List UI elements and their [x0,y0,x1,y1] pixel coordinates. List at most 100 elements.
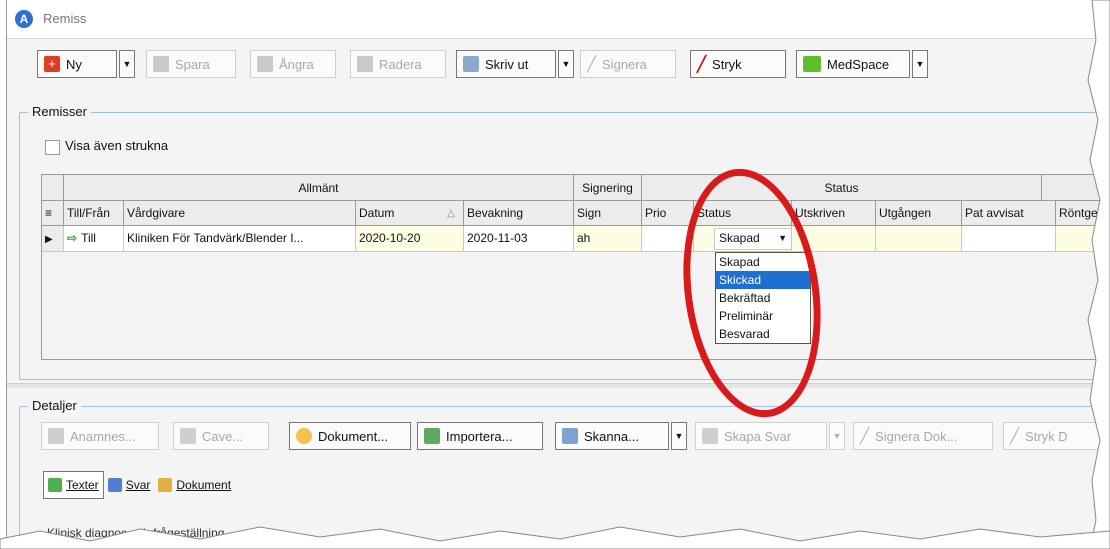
group-header-signering: Signering [574,175,642,201]
tab-texter[interactable]: Texter [43,471,104,499]
texter-icon [48,478,62,492]
print-button[interactable]: Skriv ut [456,50,556,78]
column-header-pat-avvisat[interactable]: Pat avvisat [962,201,1056,226]
save-button-label: Spara [175,56,210,72]
column-header-datum[interactable]: Datum △ [356,201,464,226]
delete-button-label: Radera [379,56,422,72]
skapa-svar-dropdown-arrow[interactable]: ▼ [829,422,845,450]
dokument-tab-icon [158,478,173,492]
tab-svar-label: Svar [125,478,151,492]
delete-button[interactable]: Radera [350,50,446,78]
medspace-button[interactable]: MedSpace [796,50,910,78]
table-row-till-fran[interactable]: ⇨ Till [64,226,124,252]
strike-pen-icon: ╱ [697,56,707,73]
status-select[interactable]: Skapad ▼ [714,228,791,250]
undo-button[interactable]: Ångra [250,50,336,78]
document-icon [296,428,312,444]
column-header-bevakning[interactable]: Bevakning [464,201,574,226]
group-header-spacer [42,175,64,201]
table-row-pat-avvisat[interactable] [962,226,1056,252]
sort-ascending-icon: △ [447,208,455,219]
group-header-status: Status [642,175,1042,201]
new-button[interactable]: + Ny [37,50,117,78]
signera-dok-button[interactable]: ╱ Signera Dok... [853,422,993,450]
group-header-allmant: Allmänt [64,175,574,201]
dokument-button[interactable]: Dokument... [289,422,411,450]
table-row-utskriven[interactable] [792,226,876,252]
status-option-besvarad[interactable]: Besvarad [716,325,810,343]
table-row-utgangen[interactable] [876,226,962,252]
row-selector-header[interactable]: ≡ [42,201,64,226]
sign-button[interactable]: ╱ Signera [580,50,676,78]
strike-button-label: Stryk [712,56,742,72]
table-row-vardgivare[interactable]: Kliniken För Tandvärk/Blender I... [124,226,356,252]
skanna-button-label: Skanna... [584,428,639,444]
app-logo-icon: A [15,10,33,28]
people-icon [48,428,64,444]
skapa-svar-button-label: Skapa Svar [724,428,792,444]
torn-edge-bottom [0,526,1110,549]
signera-dok-button-label: Signera Dok... [875,428,958,444]
stryk-dok-button-label: Stryk D [1025,428,1068,444]
cave-icon [180,428,196,444]
row-pointer-icon: ▶ [45,234,53,245]
skapa-svar-button[interactable]: Skapa Svar [695,422,827,450]
till-fran-value: Till [81,231,96,245]
show-struck-label: Visa även strukna [65,138,169,153]
status-option-preliminar[interactable]: Preliminär [716,307,810,325]
tab-dokument[interactable]: Dokument [154,472,235,498]
medspace-button-label: MedSpace [827,56,890,72]
column-header-utgangen[interactable]: Utgången [876,201,962,226]
tab-texter-label: Texter [66,478,99,492]
toolbar: + Ny ▼ Spara Ångra Radera Skriv ut ▼ ╱ S… [7,44,1103,82]
print-dropdown-arrow[interactable]: ▼ [558,50,574,78]
column-header-utskriven[interactable]: Utskriven [792,201,876,226]
status-dropdown-list: Skapad Skickad Bekräftad Preliminär Besv… [715,252,811,344]
detaljer-group-title: Detaljer [28,398,81,413]
column-header-sign[interactable]: Sign [574,201,642,226]
table-row-prio[interactable] [642,226,694,252]
remisser-group-title: Remisser [28,104,91,119]
table-row-datum[interactable]: 2020-10-20 [356,226,464,252]
new-dropdown-arrow[interactable]: ▼ [119,50,135,78]
print-button-label: Skriv ut [485,56,529,72]
table-row-bevakning[interactable]: 2020-11-03 [464,226,574,252]
importera-button-label: Importera... [446,428,513,444]
import-icon [424,428,440,444]
column-header-till-fran[interactable]: Till/Från [64,201,124,226]
remisser-table: Allmänt Signering Status ≡ Till/Från Vår… [41,174,1103,360]
status-option-skapad[interactable]: Skapad [716,253,810,271]
show-struck-checkbox[interactable] [45,140,60,155]
strike-button[interactable]: ╱ Stryk [690,50,786,78]
anamnes-button[interactable]: Anamnes... [41,422,159,450]
status-option-skickad[interactable]: Skickad [716,271,810,289]
strike-doc-icon: ╱ [1010,428,1020,445]
save-button[interactable]: Spara [146,50,236,78]
window-title: Remiss [43,11,87,26]
undo-icon [257,56,273,72]
medspace-dropdown-arrow[interactable]: ▼ [912,50,928,78]
status-option-bekraftad[interactable]: Bekräftad [716,289,810,307]
tab-svar[interactable]: Svar [104,472,155,498]
anamnes-button-label: Anamnes... [70,428,136,444]
new-plus-icon: + [44,56,60,72]
column-header-prio[interactable]: Prio [642,201,694,226]
sign-pen-icon: ╱ [860,428,870,445]
new-button-label: Ny [66,56,82,72]
panel-splitter[interactable] [7,383,1103,388]
skanna-button[interactable]: Skanna... [555,422,669,450]
row-selector[interactable]: ▶ [42,226,64,252]
column-header-vardgivare[interactable]: Vårdgivare [124,201,356,226]
dokument-button-label: Dokument... [318,428,389,444]
cave-button-label: Cave... [202,428,244,444]
save-disk-icon [153,56,169,72]
skanna-dropdown-arrow[interactable]: ▼ [671,422,687,450]
status-dropdown-arrow-icon: ▼ [778,233,787,243]
column-header-status[interactable]: Status [694,201,792,226]
cave-button[interactable]: Cave... [173,422,269,450]
table-row-sign[interactable]: ah [574,226,642,252]
table-row-status-cell[interactable]: Skapad ▼ [694,226,792,252]
detail-tabs: Texter Svar Dokument [43,470,235,500]
importera-button[interactable]: Importera... [417,422,543,450]
green-arrow-right-icon: ⇨ [67,231,78,245]
